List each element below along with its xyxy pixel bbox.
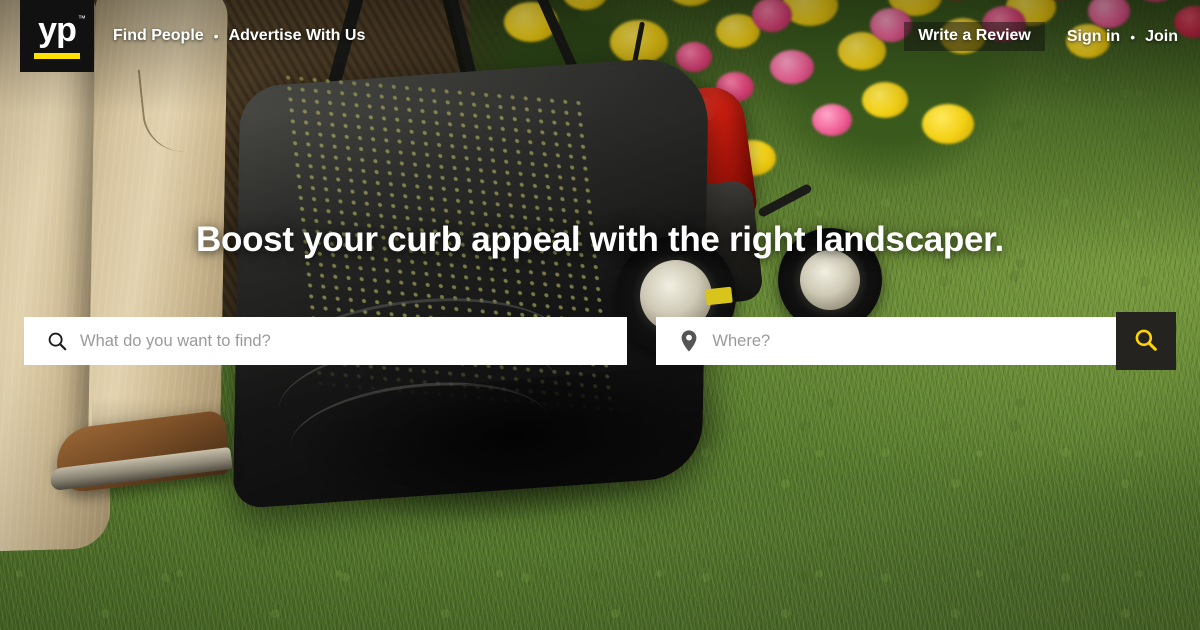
hero-headline: Boost your curb appeal with the right la…: [196, 220, 1004, 259]
search-where-placeholder: Where?: [712, 332, 771, 350]
nav-separator-right: •: [1130, 28, 1136, 45]
nav-link-advertise-with-us[interactable]: Advertise With Us: [229, 22, 366, 50]
site-header: yp ™ Find People • Advertise With Us Writ…: [0, 0, 1200, 72]
yp-logo[interactable]: yp ™: [20, 0, 94, 72]
location-pin-icon: [674, 326, 704, 356]
header-nav-right: Write a Review Sign in • Join: [904, 22, 1178, 51]
hero-background-photo: [0, 0, 1200, 630]
write-a-review-button[interactable]: Write a Review: [904, 22, 1045, 51]
trademark-icon: ™: [77, 14, 86, 23]
search-icon: [1133, 327, 1159, 356]
search-icon: [42, 326, 72, 356]
yp-logo-text: yp: [38, 11, 77, 49]
search-what-placeholder: What do you want to find?: [80, 332, 271, 350]
search-what-field[interactable]: What do you want to find?: [24, 317, 628, 365]
search-where-field[interactable]: Where?: [656, 317, 1116, 365]
nav-separator-left: •: [213, 28, 219, 44]
nav-link-sign-in[interactable]: Sign in: [1067, 23, 1120, 51]
search-field-gap: [627, 317, 656, 365]
nav-link-find-people[interactable]: Find People: [113, 22, 204, 50]
search-submit-button[interactable]: [1116, 312, 1176, 370]
yp-logo-underline: [34, 53, 80, 59]
search-bar: What do you want to find? Where?: [24, 312, 1176, 370]
hero-page: yp ™ Find People • Advertise With Us Writ…: [0, 0, 1200, 630]
header-nav-left: Find People • Advertise With Us: [113, 22, 365, 50]
nav-link-join[interactable]: Join: [1145, 23, 1178, 51]
mower-yellow-label: [705, 286, 733, 306]
yp-logo-wordmark: yp ™: [38, 11, 86, 49]
